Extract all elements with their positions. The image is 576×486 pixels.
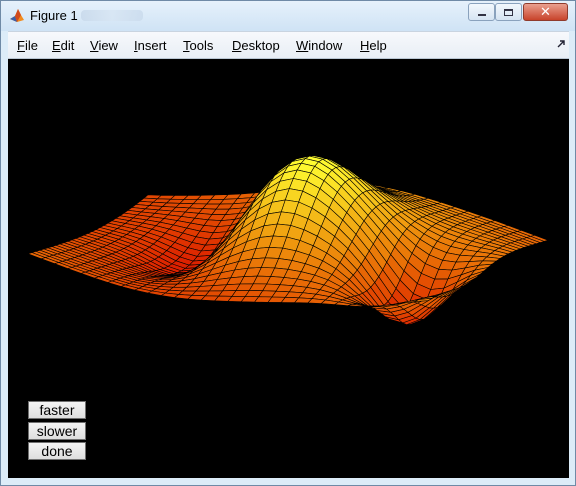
menu-tools[interactable]: Tools bbox=[183, 38, 213, 53]
menu-view[interactable]: View bbox=[90, 38, 118, 53]
done-button[interactable]: done bbox=[28, 442, 86, 460]
title-blurred-text bbox=[81, 10, 143, 21]
menu-window[interactable]: Window bbox=[296, 38, 342, 53]
slower-button[interactable]: slower bbox=[28, 422, 86, 440]
maximize-button[interactable] bbox=[495, 3, 522, 21]
close-button[interactable]: ✕ bbox=[523, 3, 568, 21]
menu-bar: File Edit View Insert Tools Desktop Wind… bbox=[8, 31, 569, 59]
dock-arrow-icon[interactable] bbox=[556, 39, 566, 49]
menu-insert[interactable]: Insert bbox=[134, 38, 167, 53]
faster-button[interactable]: faster bbox=[28, 401, 86, 419]
title-bar[interactable]: Figure 1 ✕ bbox=[1, 1, 575, 31]
matlab-membrane-icon bbox=[10, 9, 24, 22]
close-icon: ✕ bbox=[540, 4, 551, 20]
minimize-button[interactable] bbox=[468, 3, 495, 21]
maximize-icon bbox=[504, 8, 513, 16]
menu-desktop[interactable]: Desktop bbox=[232, 38, 280, 53]
minimize-icon bbox=[477, 14, 486, 16]
menu-help[interactable]: Help bbox=[360, 38, 387, 53]
menu-edit[interactable]: Edit bbox=[52, 38, 74, 53]
figure-axes-canvas[interactable]: faster slower done bbox=[8, 59, 569, 478]
menu-file[interactable]: File bbox=[17, 38, 38, 53]
window-title: Figure 1 bbox=[30, 8, 78, 23]
membrane-surface-plot bbox=[27, 155, 549, 325]
figure-window: Figure 1 ✕ File Edit View Insert Tools D… bbox=[0, 0, 576, 486]
